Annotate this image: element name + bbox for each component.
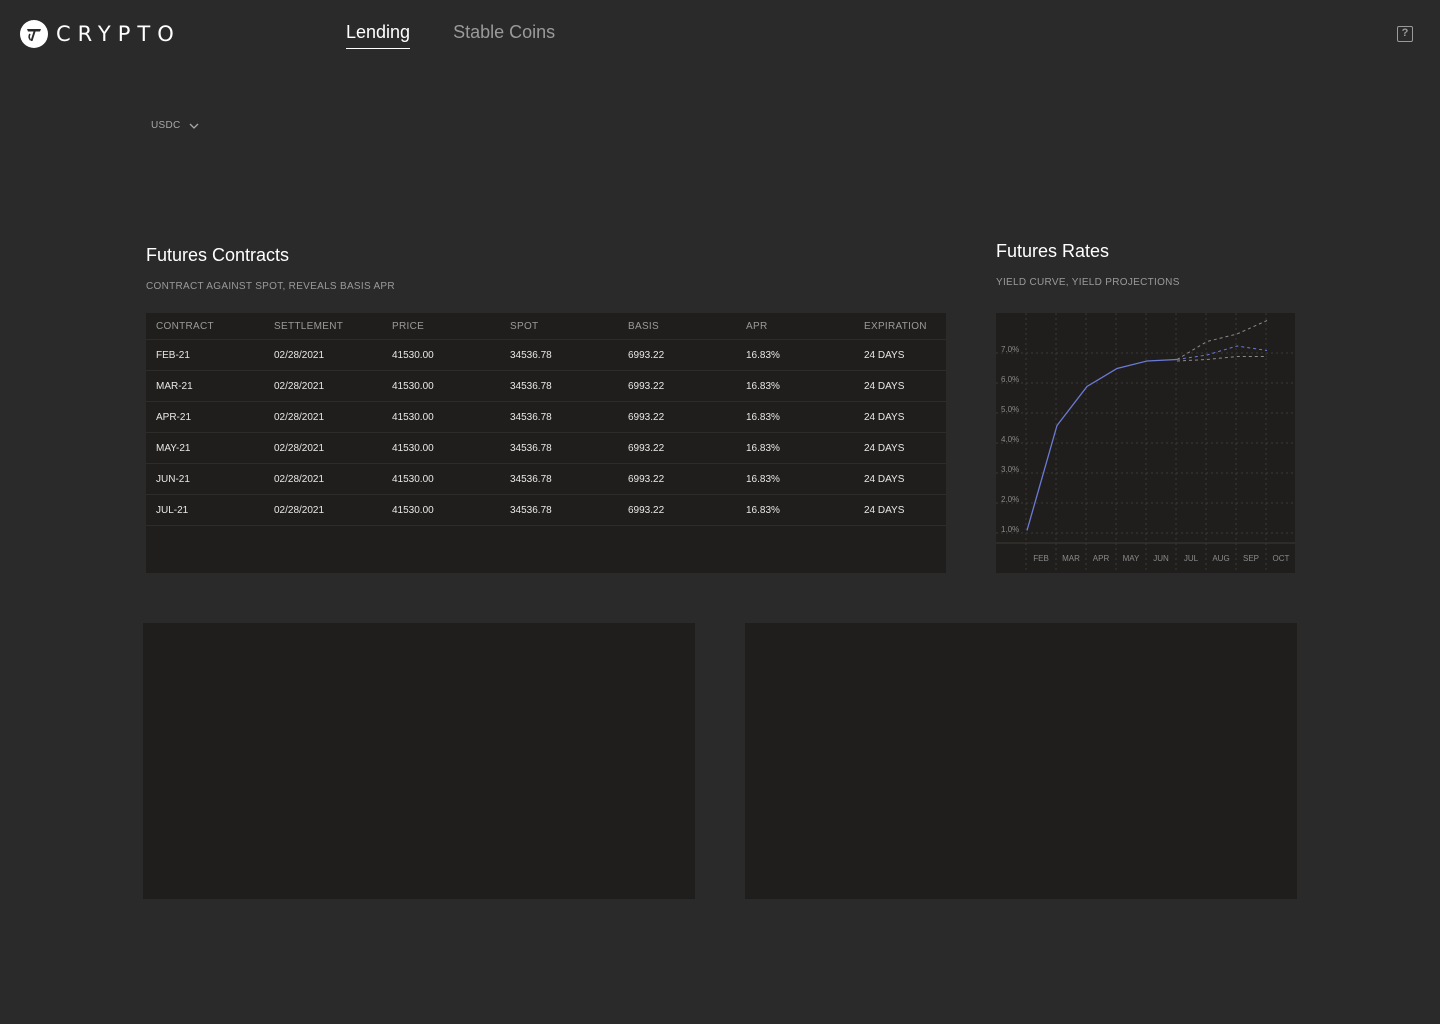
futures-rates-chart: 1.0% 2.0% 3.0% 4.0% 5.0% 6.0% 7.0% FEB MAR APR MAY… — [996, 313, 1297, 573]
empty-panel-left — [143, 623, 695, 899]
brand-logo[interactable]: CRYPTO — [20, 20, 181, 48]
crypto-logo-icon — [20, 20, 48, 48]
cell-settlement: 02/28/2021 — [264, 339, 382, 371]
column-header-price[interactable]: PRICE — [382, 313, 500, 340]
cell-expiration: 24 DAYS — [854, 401, 946, 433]
coin-select-value: USDC — [151, 120, 181, 131]
x-tick-label: APR — [1093, 554, 1110, 563]
cell-expiration: 24 DAYS — [854, 339, 946, 371]
cell-settlement: 02/28/2021 — [264, 401, 382, 433]
cell-expiration: 24 DAYS — [854, 432, 946, 464]
cell-spot: 34536.78 — [500, 432, 618, 464]
cell-expiration: 24 DAYS — [854, 463, 946, 495]
cell-basis: 6993.22 — [618, 494, 736, 526]
cell-settlement: 02/28/2021 — [264, 463, 382, 495]
table-row[interactable]: APR-21 02/28/2021 41530.00 34536.78 6993… — [146, 401, 946, 433]
cell-price: 41530.00 — [382, 463, 500, 495]
table-row[interactable]: MAR-21 02/28/2021 41530.00 34536.78 6993… — [146, 370, 946, 402]
x-tick-label: SEP — [1243, 554, 1259, 563]
cell-basis: 6993.22 — [618, 401, 736, 433]
cell-settlement: 02/28/2021 — [264, 494, 382, 526]
futures-rates-subtitle: YIELD CURVE, YIELD PROJECTIONS — [996, 277, 1180, 288]
cell-price: 41530.00 — [382, 494, 500, 526]
cell-expiration: 24 DAYS — [854, 494, 946, 526]
futures-rates-chart-panel: 1.0% 2.0% 3.0% 4.0% 5.0% 6.0% 7.0% FEB MAR APR MAY… — [996, 313, 1297, 573]
cell-apr: 16.83% — [736, 339, 854, 371]
table-row[interactable]: JUL-21 02/28/2021 41530.00 34536.78 6993… — [146, 494, 946, 526]
x-tick-label: JUL — [1184, 554, 1199, 563]
futures-contracts-table-panel: CONTRACT SETTLEMENT PRICE SPOT BASIS APR… — [146, 313, 946, 573]
yield-projection-line — [1176, 320, 1268, 360]
y-tick-label: 3.0% — [1001, 465, 1019, 474]
y-tick-label: 5.0% — [1001, 405, 1019, 414]
cell-basis: 6993.22 — [618, 463, 736, 495]
column-header-contract[interactable]: CONTRACT — [146, 313, 264, 340]
y-tick-label: 1.0% — [1001, 525, 1019, 534]
cell-settlement: 02/28/2021 — [264, 370, 382, 402]
cell-contract: JUN-21 — [146, 463, 264, 495]
cell-spot: 34536.78 — [500, 339, 618, 371]
x-tick-label: AUG — [1212, 554, 1229, 563]
column-header-expiration[interactable]: EXPIRATION — [854, 313, 946, 340]
yield-curve-line — [1026, 358, 1178, 531]
futures-rates-title: Futures Rates — [996, 241, 1110, 261]
brand-name: CRYPTO — [56, 22, 181, 46]
coin-select-dropdown[interactable]: USDC — [151, 120, 199, 131]
y-tick-label: 2.0% — [1001, 495, 1019, 504]
cell-spot: 34536.78 — [500, 494, 618, 526]
table-header-row: CONTRACT SETTLEMENT PRICE SPOT BASIS APR… — [146, 313, 946, 340]
futures-contracts-table: CONTRACT SETTLEMENT PRICE SPOT BASIS APR… — [146, 313, 946, 526]
cell-price: 41530.00 — [382, 370, 500, 402]
cell-basis: 6993.22 — [618, 432, 736, 464]
cell-basis: 6993.22 — [618, 370, 736, 402]
futures-contracts-subtitle: CONTRACT AGAINST SPOT, REVEALS BASIS APR — [146, 281, 395, 292]
cell-price: 41530.00 — [382, 432, 500, 464]
cell-price: 41530.00 — [382, 401, 500, 433]
tab-lending[interactable]: Lending — [346, 22, 411, 49]
table-row[interactable]: JUN-21 02/28/2021 41530.00 34536.78 6993… — [146, 463, 946, 495]
column-header-settlement[interactable]: SETTLEMENT — [264, 313, 382, 340]
main-nav: Lending Stable Coins — [346, 22, 598, 49]
cell-basis: 6993.22 — [618, 339, 736, 371]
cell-apr: 16.83% — [736, 401, 854, 433]
x-tick-label: MAR — [1062, 554, 1080, 563]
cell-contract: APR-21 — [146, 401, 264, 433]
table-row[interactable]: FEB-21 02/28/2021 41530.00 34536.78 6993… — [146, 339, 946, 371]
cell-spot: 34536.78 — [500, 370, 618, 402]
x-tick-label: MAY — [1123, 554, 1140, 563]
chevron-down-icon — [189, 123, 199, 129]
y-tick-label: 4.0% — [1001, 435, 1019, 444]
column-header-basis[interactable]: BASIS — [618, 313, 736, 340]
cell-apr: 16.83% — [736, 463, 854, 495]
cell-contract: MAR-21 — [146, 370, 264, 402]
top-bar: CRYPTO Lending Stable Coins ? — [0, 0, 1440, 70]
help-icon[interactable]: ? — [1397, 26, 1413, 42]
cell-spot: 34536.78 — [500, 463, 618, 495]
cell-contract: JUL-21 — [146, 494, 264, 526]
cell-price: 41530.00 — [382, 339, 500, 371]
cell-contract: FEB-21 — [146, 339, 264, 371]
cell-apr: 16.83% — [736, 432, 854, 464]
table-row[interactable]: MAY-21 02/28/2021 41530.00 34536.78 6993… — [146, 432, 946, 464]
x-tick-label: OCT — [1273, 554, 1290, 563]
cell-spot: 34536.78 — [500, 401, 618, 433]
cell-apr: 16.83% — [736, 370, 854, 402]
cell-contract: MAY-21 — [146, 432, 264, 464]
empty-panel-right — [745, 623, 1297, 899]
cell-settlement: 02/28/2021 — [264, 432, 382, 464]
y-tick-label: 6.0% — [1001, 375, 1019, 384]
x-tick-label: FEB — [1033, 554, 1049, 563]
x-tick-label: JUN — [1153, 554, 1169, 563]
futures-contracts-title: Futures Contracts — [146, 245, 290, 265]
cell-apr: 16.83% — [736, 494, 854, 526]
tab-stable-coins[interactable]: Stable Coins — [453, 22, 555, 49]
column-header-apr[interactable]: APR — [736, 313, 854, 340]
y-tick-label: 7.0% — [1001, 345, 1019, 354]
column-header-spot[interactable]: SPOT — [500, 313, 618, 340]
cell-expiration: 24 DAYS — [854, 370, 946, 402]
